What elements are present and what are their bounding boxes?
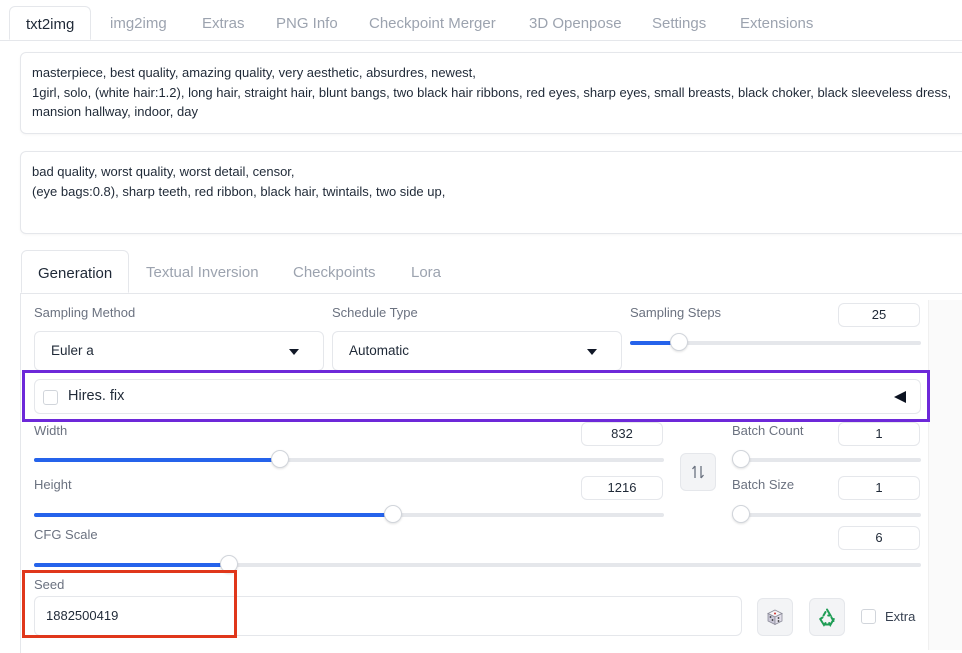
batch-size-label: Batch Size [732,477,795,492]
sampling-steps-input[interactable]: 25 [838,303,920,327]
slider-thumb[interactable] [270,450,289,468]
tab-png-info[interactable]: PNG Info [276,6,338,40]
batch-count-slider[interactable] [732,450,921,468]
extra-checkbox[interactable] [861,609,876,624]
prompt-line: mansion hallway, indoor, day [32,104,198,119]
swap-vertical-icon [692,465,704,479]
sampling-method-label: Sampling Method [34,305,136,320]
slider-track [732,513,921,517]
width-slider[interactable] [34,450,664,468]
chevron-down-icon [289,349,299,355]
tab-3d-openpose[interactable]: 3D Openpose [529,6,622,40]
sub-tab-bar: Generation Textual Inversion Checkpoints… [20,250,962,294]
prompt-line: 1girl, solo, (white hair:1.2), long hair… [32,84,952,100]
sampling-method-dropdown[interactable]: Euler a [34,331,324,371]
slider-thumb[interactable] [384,505,403,523]
width-input[interactable]: 832 [581,422,663,446]
swap-dimensions-button[interactable] [680,453,716,491]
hires-fix-highlight [22,370,930,422]
sampling-method-value: Euler a [51,343,94,358]
top-tab-bar: txt2img img2img Extras PNG Info Checkpoi… [0,6,962,41]
reuse-seed-button[interactable] [809,598,845,636]
tab-lora[interactable]: Lora [411,250,441,293]
cfg-scale-slider[interactable] [34,555,921,573]
height-slider[interactable] [34,505,664,523]
slider-fill [34,563,230,567]
schedule-type-value: Automatic [349,343,410,358]
tab-extras[interactable]: Extras [202,6,245,40]
prompt-textarea[interactable]: masterpiece, best quality, amazing quali… [20,52,962,134]
slider-thumb[interactable] [732,505,750,523]
height-input[interactable]: 1216 [581,476,663,500]
height-label: Height [34,477,72,492]
side-panel-edge [928,300,962,650]
tab-textual-inversion[interactable]: Textual Inversion [146,250,259,293]
tab-checkpoints[interactable]: Checkpoints [293,250,376,293]
random-seed-button[interactable] [757,598,793,636]
slider-fill [34,513,394,517]
recycle-icon [819,608,835,627]
tab-extensions[interactable]: Extensions [740,6,813,40]
tab-generation[interactable]: Generation [21,250,130,293]
negative-prompt-textarea[interactable]: bad quality, worst quality, worst detail… [20,151,962,234]
batch-count-label: Batch Count [732,423,804,438]
tab-txt2img[interactable]: txt2img [9,6,92,40]
sampling-steps-slider[interactable] [630,333,921,351]
slider-fill [34,458,280,462]
schedule-type-label: Schedule Type [332,305,418,320]
batch-count-input[interactable]: 1 [838,422,920,446]
slider-track [732,458,921,462]
width-label: Width [34,423,68,438]
batch-size-slider[interactable] [732,505,921,523]
tab-checkpoint-merger[interactable]: Checkpoint Merger [369,6,496,40]
extra-label: Extra [885,609,916,624]
tab-settings[interactable]: Settings [652,6,706,40]
dice-icon [767,609,783,625]
prompt-line: masterpiece, best quality, amazing quali… [32,65,476,80]
schedule-type-dropdown[interactable]: Automatic [332,331,622,371]
seed-highlight [22,570,237,638]
negative-prompt-line: (eye bags:0.8), sharp teeth, red ribbon,… [32,183,446,199]
cfg-scale-label: CFG Scale [34,527,98,542]
negative-prompt-line: bad quality, worst quality, worst detail… [32,164,295,179]
batch-size-input[interactable]: 1 [838,476,920,500]
chevron-down-icon [587,349,597,355]
slider-thumb[interactable] [732,450,750,468]
cfg-scale-input[interactable]: 6 [838,526,920,550]
sampling-steps-label: Sampling Steps [630,305,722,320]
tab-img2img[interactable]: img2img [110,6,167,40]
